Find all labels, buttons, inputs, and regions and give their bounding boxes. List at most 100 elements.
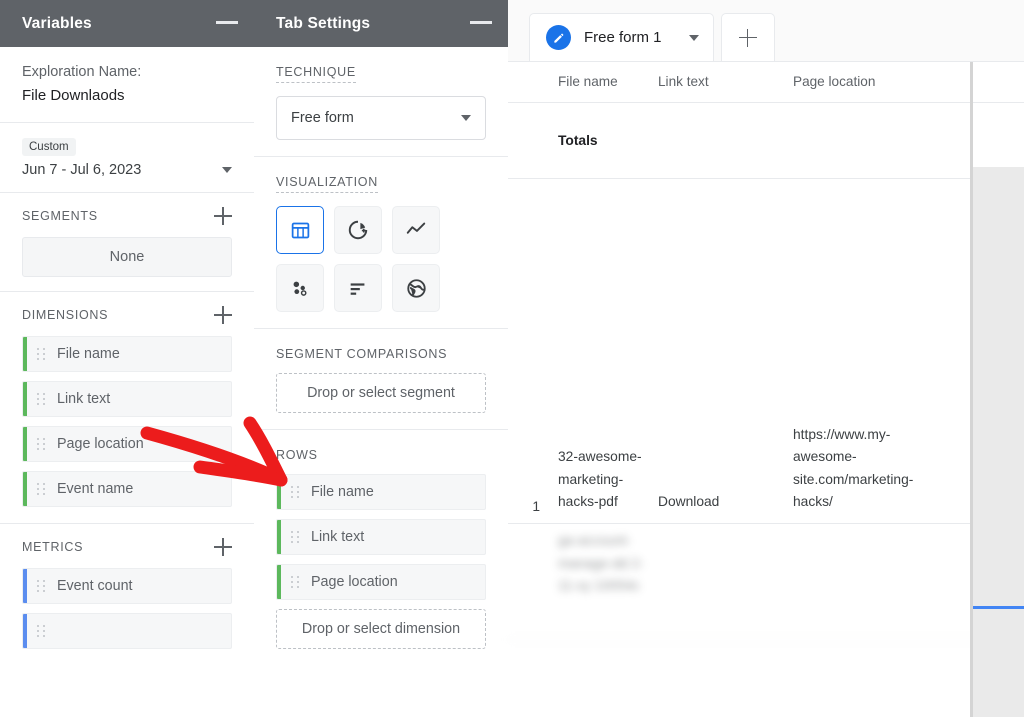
- dimensions-section: DIMENSIONS File name Link text Page loca…: [0, 292, 254, 524]
- row-index-cell: 1: [532, 499, 540, 514]
- table-totals-row: Totals: [508, 103, 1024, 179]
- selection-highlight-line: [973, 606, 1024, 609]
- drag-handle-icon[interactable]: [37, 579, 46, 593]
- column-header-page-location[interactable]: Page location: [793, 73, 943, 91]
- viz-option-line[interactable]: [392, 206, 440, 254]
- row-dimension-label: File name: [311, 484, 374, 500]
- minimize-icon[interactable]: [470, 21, 492, 24]
- chevron-down-icon[interactable]: [688, 34, 699, 41]
- rows-section: ROWS File name Link text Page location D…: [254, 430, 508, 665]
- segment-comparisons-label: SEGMENT COMPARISONS: [276, 347, 448, 361]
- dimension-accent-bar: [23, 382, 27, 416]
- row-dimension-chip[interactable]: Page location: [276, 564, 486, 600]
- table-row[interactable]: 1 32-awesome-marketing-hacks-pdf Downloa…: [508, 179, 1024, 524]
- date-range-section[interactable]: Custom Jun 7 - Jul 6, 2023: [0, 123, 254, 193]
- drag-handle-icon[interactable]: [37, 482, 46, 496]
- plus-icon[interactable]: [214, 538, 232, 556]
- column-header-label: Page location: [793, 74, 876, 89]
- tab-settings-panel: Tab Settings TECHNIQUE Free form VISUALI…: [254, 0, 509, 655]
- dimension-chip[interactable]: Event name: [22, 471, 232, 507]
- date-range-value: Jun 7 - Jul 6, 2023: [22, 162, 142, 178]
- column-header-file-name[interactable]: File name: [548, 73, 658, 91]
- metrics-section: METRICS Event count: [0, 524, 254, 672]
- plus-icon[interactable]: [214, 207, 232, 225]
- metric-chip[interactable]: [22, 613, 232, 649]
- tab-settings-panel-header: Tab Settings: [254, 0, 508, 47]
- metric-chip[interactable]: Event count: [22, 568, 232, 604]
- viz-option-table[interactable]: [276, 206, 324, 254]
- dimension-accent-bar: [277, 475, 281, 509]
- dimension-accent-bar: [23, 337, 27, 371]
- cell-page-location: https://www.my-awesome-site.com/marketin…: [793, 426, 914, 510]
- viz-option-scatter[interactable]: [276, 264, 324, 312]
- visualization-label: VISUALIZATION: [276, 175, 378, 193]
- dimension-chip[interactable]: Page location: [22, 426, 232, 462]
- plus-icon[interactable]: [214, 306, 232, 324]
- technique-select[interactable]: Free form: [276, 96, 486, 140]
- column-header-link-text[interactable]: Link text: [658, 73, 793, 91]
- canvas-top-strip: [508, 0, 1024, 6]
- exploration-name-value[interactable]: File Downlaods: [22, 84, 232, 108]
- metric-accent-bar: [23, 614, 27, 648]
- row-dimension-chip[interactable]: Link text: [276, 519, 486, 555]
- viz-option-geo[interactable]: [392, 264, 440, 312]
- chevron-down-icon[interactable]: [461, 115, 471, 121]
- dimensions-title: DIMENSIONS: [22, 308, 109, 322]
- row-dimension-chip[interactable]: File name: [276, 474, 486, 510]
- report-tab-bar: Free form 1: [508, 0, 1024, 62]
- date-range-row[interactable]: Jun 7 - Jul 6, 2023: [22, 162, 232, 178]
- exploration-name-section: Exploration Name: File Downlaods: [0, 47, 254, 123]
- visualization-options: [276, 206, 486, 312]
- plus-icon: [738, 28, 757, 47]
- variables-panel-title: Variables: [22, 14, 92, 32]
- metric-accent-bar: [23, 569, 27, 603]
- technique-selected-value: Free form: [291, 110, 354, 126]
- cell-link-text: Download: [658, 494, 720, 510]
- dimension-chip[interactable]: Link text: [22, 381, 232, 417]
- table-header-row: File name Link text Page location: [508, 62, 1024, 103]
- variables-panel-header: Variables: [0, 0, 254, 47]
- variables-panel: Variables Exploration Name: File Downlao…: [0, 0, 255, 655]
- exploration-name-label: Exploration Name:: [22, 64, 142, 80]
- drag-handle-icon[interactable]: [291, 575, 300, 589]
- pencil-icon: [546, 25, 571, 50]
- dimension-label: Link text: [57, 391, 111, 407]
- totals-label: Totals: [558, 133, 598, 148]
- dimension-chip[interactable]: File name: [22, 336, 232, 372]
- segments-header: SEGMENTS: [22, 207, 232, 225]
- add-tab-button[interactable]: [720, 13, 775, 61]
- drag-handle-icon[interactable]: [37, 624, 46, 638]
- segments-section: SEGMENTS None: [0, 193, 254, 292]
- table-row[interactable]: ga-account-manage-dd 2-11-xy 10054c: [508, 524, 1024, 640]
- ga4-exploration-screen: Variables Exploration Name: File Downlao…: [0, 0, 1024, 717]
- drag-handle-icon[interactable]: [291, 485, 300, 499]
- rows-dropzone[interactable]: Drop or select dimension: [276, 609, 486, 649]
- metrics-header: METRICS: [22, 538, 232, 556]
- dimension-label: Page location: [57, 436, 144, 452]
- segment-none-item[interactable]: None: [22, 237, 232, 277]
- viz-option-bar[interactable]: [334, 264, 382, 312]
- tab-settings-panel-title: Tab Settings: [276, 14, 371, 32]
- minimize-icon[interactable]: [216, 21, 238, 24]
- technique-label: TECHNIQUE: [276, 65, 356, 83]
- drag-handle-icon[interactable]: [291, 530, 300, 544]
- report-table: File name Link text Page location Totals…: [508, 62, 1024, 717]
- viz-option-donut[interactable]: [334, 206, 382, 254]
- segment-dropzone[interactable]: Drop or select segment: [276, 373, 486, 413]
- dimensions-header: DIMENSIONS: [22, 306, 232, 324]
- table-icon: [291, 222, 309, 238]
- tab-free-form-1[interactable]: Free form 1: [529, 13, 714, 61]
- dimension-label: File name: [57, 346, 120, 362]
- drag-handle-icon[interactable]: [37, 347, 46, 361]
- rows-label: ROWS: [276, 448, 318, 462]
- dimension-accent-bar: [277, 520, 281, 554]
- cell-file-name: 32-awesome-marketing-hacks-pdf: [558, 449, 642, 510]
- chevron-down-icon[interactable]: [222, 167, 232, 173]
- metrics-title: METRICS: [22, 540, 84, 554]
- row-dimension-label: Page location: [311, 574, 398, 590]
- column-header-label: File name: [558, 74, 618, 89]
- dimension-accent-bar: [23, 427, 27, 461]
- drag-handle-icon[interactable]: [37, 392, 46, 406]
- segments-title: SEGMENTS: [22, 209, 98, 223]
- drag-handle-icon[interactable]: [37, 437, 46, 451]
